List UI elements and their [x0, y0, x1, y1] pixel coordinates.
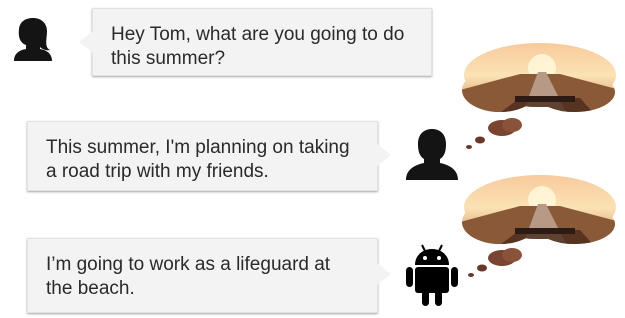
message-bubble-woman: Hey Tom, what are you going to do this s…: [79, 8, 432, 76]
bubble-tail: [377, 144, 391, 166]
road-trip-thought-cloud: [462, 43, 616, 149]
road-trip-thought-cloud: [462, 175, 616, 277]
bubble-tail: [79, 31, 93, 53]
android-robot-icon: [406, 244, 458, 306]
bubble-tail: [377, 263, 391, 285]
message-text: This summer, I'm planning on taking a ro…: [46, 137, 350, 182]
message-text: I’m going to work as a lifeguard at the …: [46, 254, 331, 299]
message-text: Hey Tom, what are you going to do this s…: [111, 24, 405, 69]
message-bubble-android: I’m going to work as a lifeguard at the …: [27, 238, 391, 313]
woman-silhouette-icon: [14, 18, 52, 61]
man-silhouette-icon: [406, 129, 458, 180]
message-bubble-man: This summer, I'm planning on taking a ro…: [27, 121, 391, 191]
